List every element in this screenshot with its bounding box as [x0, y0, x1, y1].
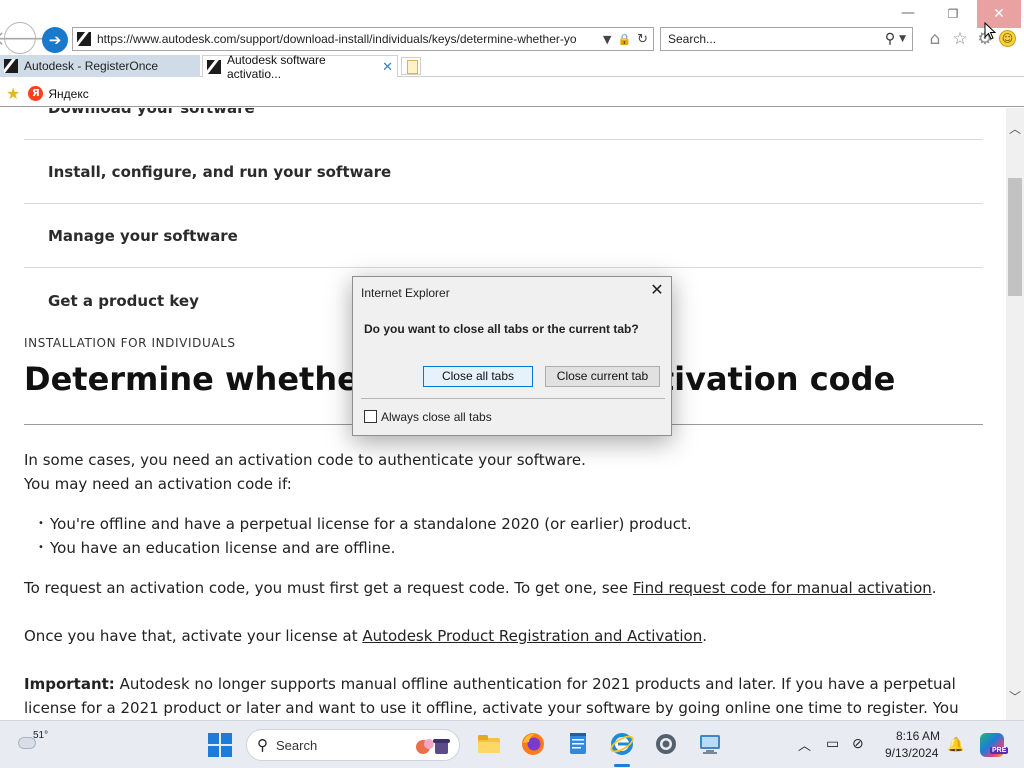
intro-paragraph: In some cases, you need an activation co… — [24, 451, 586, 469]
tray-overflow-chevron-icon[interactable]: ︿ — [798, 735, 811, 754]
tab-autodesk-activation[interactable]: Autodesk software activatio... ✕ — [202, 53, 398, 81]
star-icon[interactable]: ☆ — [950, 29, 970, 49]
favorites-star-icon[interactable]: ★ — [6, 84, 20, 103]
notepad-icon[interactable] — [565, 731, 591, 757]
scroll-down-icon[interactable]: ﹀ — [1006, 688, 1024, 706]
taskbar-search-label: Search — [276, 737, 318, 753]
new-tab-button[interactable] — [401, 57, 421, 75]
forward-arrow-icon: ➔ — [48, 31, 62, 49]
vertical-scrollbar[interactable]: ︿ ﹀ — [1006, 108, 1024, 720]
registration-link[interactable]: Autodesk Product Registration and Activa… — [362, 627, 702, 645]
file-explorer-icon[interactable] — [476, 731, 502, 757]
close-tabs-dialog: Internet Explorer ✕ Do you want to close… — [352, 276, 672, 436]
settings-gear-icon[interactable] — [653, 731, 679, 757]
weather-temperature[interactable]: 51° — [33, 730, 48, 741]
yandex-icon: Я — [28, 86, 44, 101]
accordion-install[interactable]: Install, configure, and run your softwar… — [24, 141, 983, 204]
list-item: You're offline and have a perpetual lice… — [38, 512, 692, 536]
request-code-link[interactable]: Find request code for manual activation — [633, 579, 932, 597]
tab-label: Autodesk - RegisterOnce — [24, 59, 159, 73]
list-item: You have an education license and are of… — [38, 536, 395, 560]
forward-button[interactable]: ➔ — [42, 27, 68, 53]
search-icon: ⚲ — [257, 737, 268, 754]
address-row: 🡐 ➔ https://www.autodesk.com/support/dow… — [0, 20, 1024, 58]
important-label: Important: — [24, 675, 115, 693]
url-text[interactable]: https://www.autodesk.com/support/downloa… — [97, 32, 597, 46]
scroll-up-icon[interactable]: ︿ — [1006, 120, 1024, 138]
pre-badge: PRE — [990, 747, 1009, 754]
period: . — [931, 579, 937, 597]
active-app-indicator — [614, 764, 630, 767]
accordion-manage[interactable]: Manage your software — [24, 205, 983, 268]
smiley-icon[interactable]: ☺ — [999, 30, 1016, 47]
favorite-yandex-link[interactable]: Яндекс — [48, 87, 88, 101]
remote-desktop-icon[interactable] — [697, 731, 723, 757]
dialog-title: Internet Explorer — [361, 286, 450, 300]
address-dropdown-icon[interactable]: ▼ — [603, 33, 611, 46]
lock-icon[interactable]: 🔒 — [617, 33, 631, 46]
taskbar-search[interactable]: ⚲ Search — [246, 729, 460, 761]
dialog-close-icon[interactable]: ✕ — [647, 281, 667, 301]
search-input[interactable]: Search... — [668, 32, 885, 46]
home-icon[interactable]: ⌂ — [925, 29, 945, 49]
intro-paragraph-2: You may need an activation code if: — [24, 475, 292, 493]
network-icon[interactable]: ⊘ — [852, 735, 864, 752]
dialog-divider — [361, 398, 665, 399]
firefox-icon[interactable] — [520, 731, 546, 757]
taskbar: 51° ⚲ Search ︿ ▭ ⊘ 8:16 AM 9/13/2024 🔔 P… — [0, 720, 1024, 768]
request-paragraph: To request an activation code, you must … — [24, 576, 937, 600]
favorites-bar: ★ Я Яндекс — [0, 81, 1024, 107]
browser-chrome: — ❐ ✕ 🡐 ➔ https://www.autodesk.com/suppo… — [0, 0, 1024, 108]
dialog-question: Do you want to close all tabs or the cur… — [364, 322, 639, 336]
search-highlight-art-icon — [416, 739, 450, 754]
eyebrow-label: INSTALLATION FOR INDIVIDUALS — [24, 336, 236, 350]
tab-strip: Autodesk - RegisterOnce Autodesk softwar… — [0, 53, 1024, 81]
important-paragraph-2: license for a 2021 product or later and … — [24, 699, 959, 717]
period: . — [702, 627, 708, 645]
clock-time[interactable]: 8:16 AM — [896, 729, 940, 743]
windows-start-icon[interactable] — [208, 733, 232, 757]
refresh-icon[interactable]: ↻ — [637, 32, 648, 47]
search-icon[interactable]: ⚲ — [885, 31, 895, 47]
close-current-tab-button[interactable]: Close current tab — [545, 366, 660, 387]
important-paragraph: Important: Autodesk no longer supports m… — [24, 672, 956, 696]
search-dropdown-icon[interactable]: ▼ — [899, 34, 906, 44]
autodesk-logo-icon — [77, 32, 91, 46]
notification-bell-icon[interactable]: 🔔 — [947, 736, 964, 753]
mouse-cursor-icon — [984, 22, 996, 40]
activate-text: Once you have that, activate your licens… — [24, 627, 363, 645]
tab-autodesk-registeronce[interactable]: Autodesk - RegisterOnce — [0, 55, 200, 77]
accordion-download[interactable]: Download your software — [24, 108, 983, 140]
clock-date[interactable]: 9/13/2024 — [885, 746, 938, 760]
back-arrow-icon: 🡐 — [0, 26, 47, 50]
internet-explorer-icon[interactable] — [609, 731, 635, 757]
request-text: To request an activation code, you must … — [24, 579, 633, 597]
always-close-label[interactable]: Always close all tabs — [381, 410, 492, 424]
always-close-checkbox[interactable] — [364, 410, 377, 423]
address-bar[interactable]: https://www.autodesk.com/support/downloa… — [72, 27, 654, 51]
back-button[interactable]: 🡐 — [0, 22, 47, 54]
activate-paragraph: Once you have that, activate your licens… — [24, 624, 707, 648]
close-tab-icon[interactable]: ✕ — [382, 59, 393, 75]
search-box[interactable]: Search... ⚲ ▼ — [660, 27, 913, 51]
autodesk-logo-icon — [207, 59, 221, 74]
autodesk-logo-icon — [4, 59, 18, 73]
important-text: Autodesk no longer supports manual offli… — [114, 675, 956, 693]
scrollbar-thumb[interactable] — [1008, 178, 1022, 296]
close-all-tabs-button[interactable]: Close all tabs — [423, 366, 533, 387]
tab-label: Autodesk software activatio... — [227, 52, 326, 81]
display-icon[interactable]: ▭ — [826, 735, 839, 752]
